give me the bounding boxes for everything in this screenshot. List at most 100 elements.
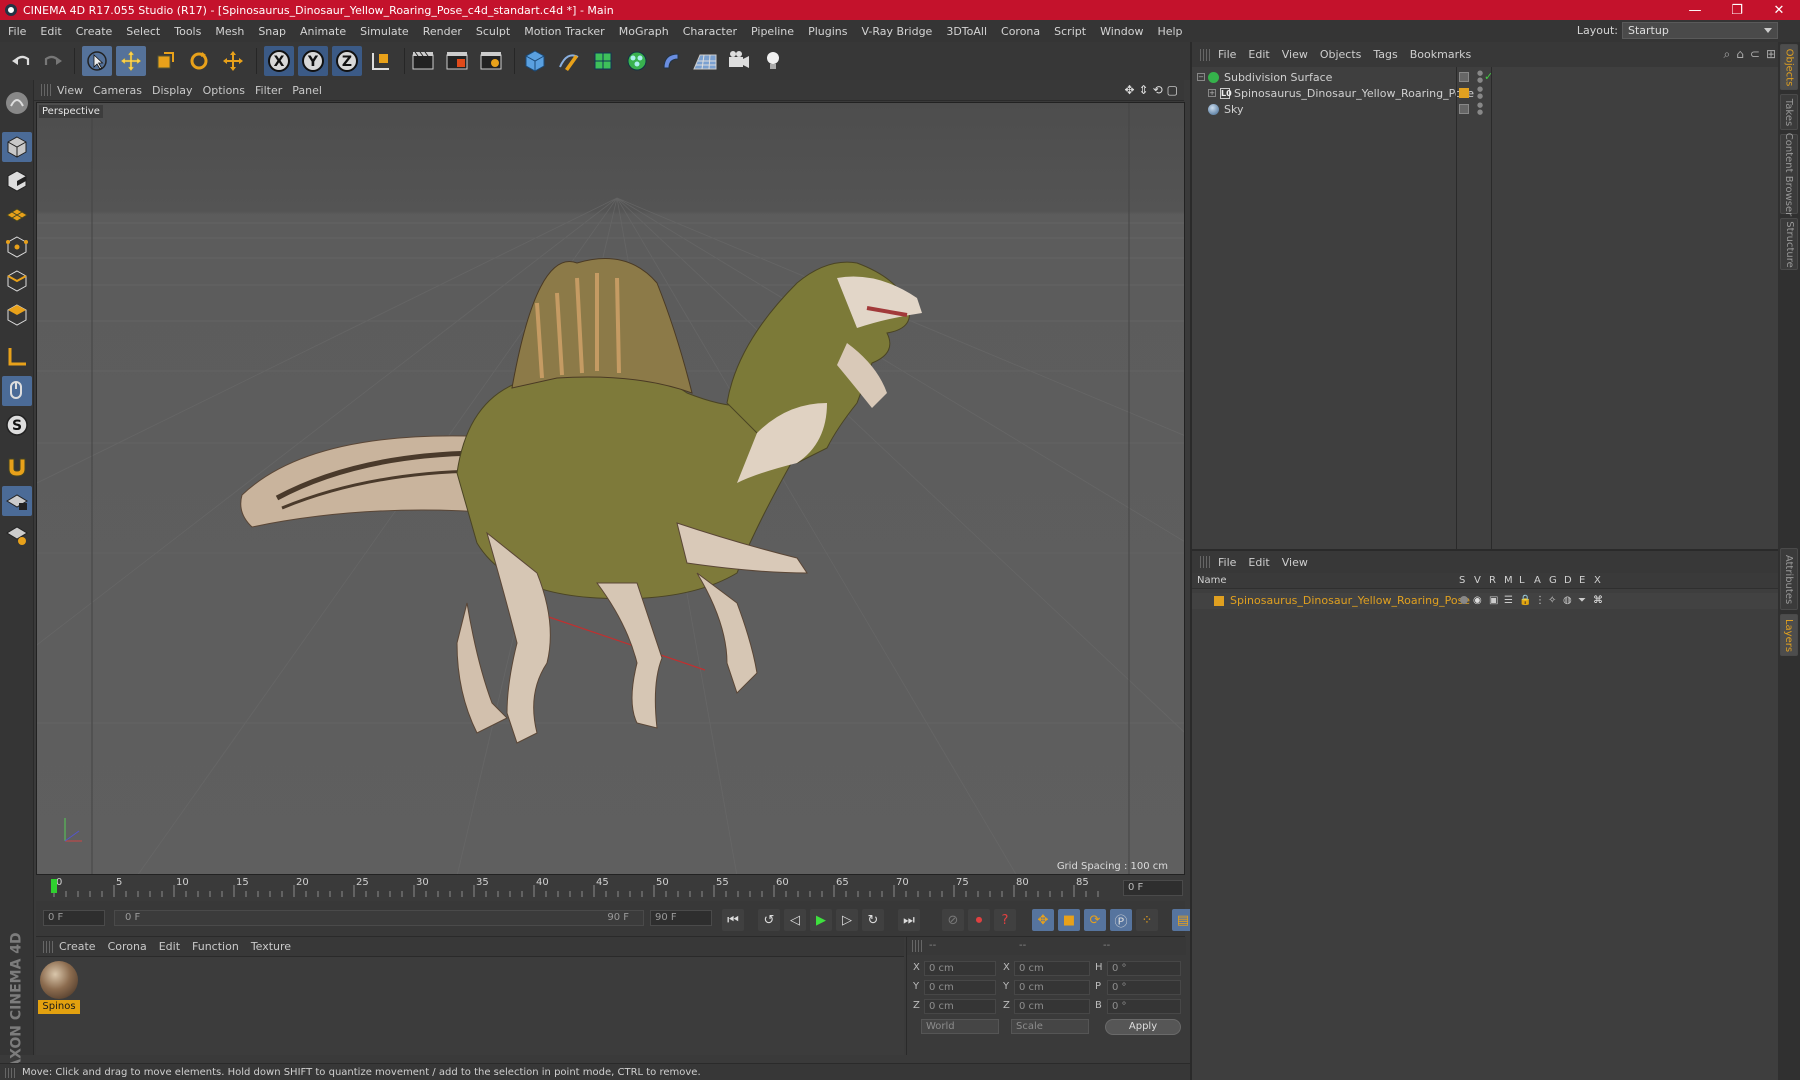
menu-script[interactable]: Script: [1046, 25, 1092, 38]
viewport-menu-options[interactable]: Options: [203, 84, 255, 97]
camera-icon[interactable]: [724, 46, 754, 76]
menu-corona[interactable]: Corona: [993, 25, 1046, 38]
key-rotation-icon[interactable]: ⟳: [1084, 909, 1106, 931]
apply-button[interactable]: Apply: [1105, 1019, 1181, 1035]
pan-view-icon[interactable]: ✥: [1124, 83, 1134, 97]
rotate-view-icon[interactable]: ⟲: [1153, 83, 1163, 97]
keyframe-selection-icon[interactable]: ?: [994, 909, 1016, 931]
key-scale-icon[interactable]: ■: [1058, 909, 1080, 931]
expressions-toggle-icon[interactable]: ⏷: [1578, 595, 1586, 606]
key-parameter-icon[interactable]: Ⓟ: [1110, 909, 1132, 931]
start-frame-field[interactable]: 0 F: [43, 910, 105, 926]
object-menu-edit[interactable]: Edit: [1248, 48, 1281, 61]
home-icon[interactable]: ⌂: [1736, 47, 1744, 62]
end-frame-field[interactable]: 90 F: [650, 910, 712, 926]
rot-b-field[interactable]: 0 °: [1107, 999, 1181, 1014]
manager-toggle-icon[interactable]: ☰: [1504, 595, 1513, 606]
search-icon[interactable]: ⌕: [1724, 47, 1731, 62]
object-row-sky[interactable]: Sky ● ●: [1192, 101, 1780, 119]
size-z-field[interactable]: 0 cm: [1014, 999, 1090, 1014]
render-picture-viewer-icon[interactable]: [442, 46, 472, 76]
size-y-field[interactable]: 0 cm: [1014, 980, 1090, 995]
model-mode-icon[interactable]: [2, 88, 32, 118]
previous-key-icon[interactable]: ↺: [758, 909, 780, 931]
material-preview-swatch[interactable]: [40, 961, 78, 999]
menu-3dtoall[interactable]: 3DToAll: [938, 25, 993, 38]
material-menu-corona[interactable]: Corona: [108, 940, 159, 953]
menu-sculpt[interactable]: Sculpt: [468, 25, 516, 38]
menu-help[interactable]: Help: [1149, 25, 1188, 38]
previous-frame-icon[interactable]: ◁: [784, 909, 806, 931]
texture-mode-icon[interactable]: [2, 166, 32, 196]
xref-toggle-icon[interactable]: ⌘: [1593, 595, 1603, 606]
object-menu-view[interactable]: View: [1282, 48, 1320, 61]
close-button[interactable]: ✕: [1758, 0, 1800, 20]
layer-name[interactable]: Spinosaurus_Dinosaur_Yellow_Roaring_Pose: [1230, 594, 1470, 607]
menu-animate[interactable]: Animate: [292, 25, 352, 38]
tab-structure[interactable]: Structure: [1780, 218, 1798, 270]
toggle-layout-icon[interactable]: ▢: [1167, 83, 1178, 97]
go-to-end-icon[interactable]: ⏭: [898, 909, 920, 931]
x-axis-icon[interactable]: X: [264, 46, 294, 76]
material-menu-edit[interactable]: Edit: [159, 940, 192, 953]
editor-render-dots-icon[interactable]: [1459, 72, 1469, 82]
undo-icon[interactable]: [6, 46, 36, 76]
object-menu-file[interactable]: File: [1218, 48, 1248, 61]
snapping-icon[interactable]: S: [2, 410, 32, 440]
menu-file[interactable]: File: [0, 25, 32, 38]
cube-icon[interactable]: [520, 46, 550, 76]
layer-column-deformers[interactable]: D: [1564, 575, 1572, 586]
material-menu-texture[interactable]: Texture: [251, 940, 303, 953]
solo-toggle-icon[interactable]: [1460, 596, 1468, 604]
move-icon[interactable]: [116, 46, 146, 76]
layer-column-animation[interactable]: A: [1534, 575, 1541, 586]
layer-menu-edit[interactable]: Edit: [1248, 556, 1281, 569]
visibility-dots-icon[interactable]: ● ●: [1477, 102, 1483, 116]
column-divider[interactable]: [1491, 67, 1492, 582]
subdivision-icon[interactable]: [588, 46, 618, 76]
play-icon[interactable]: ▶: [810, 909, 832, 931]
layer-column-generators[interactable]: G: [1549, 575, 1557, 586]
deformer-icon[interactable]: [656, 46, 686, 76]
floor-icon[interactable]: [690, 46, 720, 76]
viewport-menu-panel[interactable]: Panel: [292, 84, 332, 97]
layer-menu-view[interactable]: View: [1282, 556, 1320, 569]
planar-workplane-icon[interactable]: [2, 520, 32, 550]
key-point-level-icon[interactable]: ⁘: [1136, 909, 1158, 931]
pos-x-field[interactable]: 0 cm: [924, 961, 996, 976]
light-icon[interactable]: [758, 46, 788, 76]
transform-icon[interactable]: [218, 46, 248, 76]
layer-color-swatch[interactable]: [1214, 596, 1224, 606]
go-to-start-icon[interactable]: ⏮: [722, 909, 744, 931]
model-cube-icon[interactable]: [2, 132, 32, 162]
menu-edit[interactable]: Edit: [32, 25, 67, 38]
panel-grip[interactable]: [912, 940, 922, 952]
material-menu-function[interactable]: Function: [192, 940, 251, 953]
link-icon[interactable]: ⊂: [1750, 47, 1760, 62]
maximize-button[interactable]: ❐: [1716, 0, 1758, 20]
pos-y-field[interactable]: 0 cm: [924, 980, 996, 995]
panel-grip[interactable]: [43, 940, 53, 953]
new-view-icon[interactable]: ⊞: [1766, 47, 1776, 62]
tweak-mode-icon[interactable]: [2, 376, 32, 406]
menu-snap[interactable]: Snap: [250, 25, 292, 38]
menu-select[interactable]: Select: [118, 25, 166, 38]
layer-column-expressions[interactable]: E: [1579, 575, 1585, 586]
menu-motion-tracker[interactable]: Motion Tracker: [516, 25, 610, 38]
y-axis-icon[interactable]: Y: [298, 46, 328, 76]
layer-row[interactable]: Spinosaurus_Dinosaur_Yellow_Roaring_Pose…: [1192, 593, 1780, 609]
object-menu-objects[interactable]: Objects: [1320, 48, 1374, 61]
material-menu-create[interactable]: Create: [59, 940, 108, 953]
workplane-icon[interactable]: [2, 198, 32, 228]
menu-plugins[interactable]: Plugins: [800, 25, 853, 38]
layer-column-locked[interactable]: L: [1519, 575, 1525, 586]
object-menu-bookmarks[interactable]: Bookmarks: [1410, 48, 1483, 61]
key-position-icon[interactable]: ✥: [1032, 909, 1054, 931]
viewport-menu-filter[interactable]: Filter: [255, 84, 292, 97]
menu-tools[interactable]: Tools: [166, 25, 207, 38]
visibility-dots-icon[interactable]: ● ●: [1477, 70, 1483, 84]
expand-toggle-icon[interactable]: +: [1208, 89, 1216, 97]
object-menu-tags[interactable]: Tags: [1373, 48, 1409, 61]
layer-column-solo[interactable]: S: [1459, 575, 1465, 586]
tab-layers[interactable]: Layers: [1780, 614, 1798, 656]
